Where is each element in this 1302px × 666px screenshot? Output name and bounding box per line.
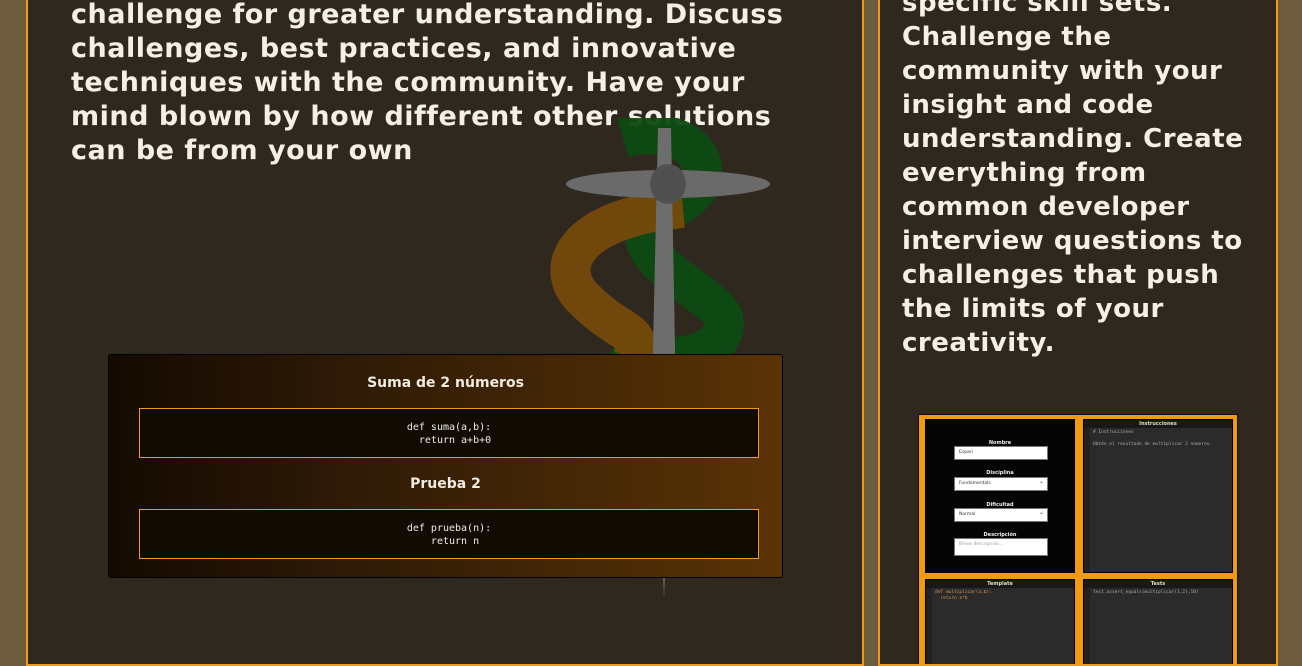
mini-descripcion-input: Breve descripción... xyxy=(954,538,1048,556)
mini-nombre-input: Espari xyxy=(954,446,1048,460)
mini-disciplina-label: Disciplina xyxy=(986,470,1014,476)
mini-dificultad-select: Normal xyxy=(954,507,1048,522)
feature-description: specific skill sets. Challenge the commu… xyxy=(902,0,1244,358)
mini-template-code: def multiplicar(a,b): return a*b xyxy=(935,590,992,601)
mini-tests-pane: Tests test.assert_equals(multiplicar(1,2… xyxy=(1083,579,1233,664)
left-feature-panel: challenge for greater understanding. Dis… xyxy=(26,0,864,666)
mini-tests-code: test.assert_equals(multiplicar(1,2),10) xyxy=(1093,590,1199,595)
mini-instructions-title: Instrucciones xyxy=(1084,420,1232,428)
mini-tests-title: Tests xyxy=(1084,580,1232,588)
code-block-2: def prueba(n): return n xyxy=(139,509,759,559)
mini-disciplina-select: Fundamentals xyxy=(954,476,1048,491)
mini-gutter xyxy=(1084,428,1090,572)
code-examples-card: Suma de 2 números def suma(a,b): return … xyxy=(108,354,783,578)
mini-gutter xyxy=(926,588,932,664)
card-title-2: Prueba 2 xyxy=(410,476,481,492)
code-block-1: def suma(a,b): return a+b+0 xyxy=(139,408,759,458)
card-title-1: Suma de 2 números xyxy=(367,375,524,391)
kata-editor-screenshot: Nombre Espari Disciplina Fundamentals Di… xyxy=(918,414,1238,664)
mini-template-pane: Template def multiplicar(a,b): return a*… xyxy=(925,579,1075,664)
mini-template-title: Template xyxy=(926,580,1074,588)
mini-gutter xyxy=(1084,588,1090,664)
right-feature-panel: specific skill sets. Challenge the commu… xyxy=(878,0,1278,666)
mini-instructions-code: # Instrucciones Obtén el resultado de mu… xyxy=(1093,430,1213,447)
mini-instructions-pane: Instrucciones # Instrucciones Obtén el r… xyxy=(1083,419,1233,573)
mini-form-pane: Nombre Espari Disciplina Fundamentals Di… xyxy=(925,419,1075,573)
